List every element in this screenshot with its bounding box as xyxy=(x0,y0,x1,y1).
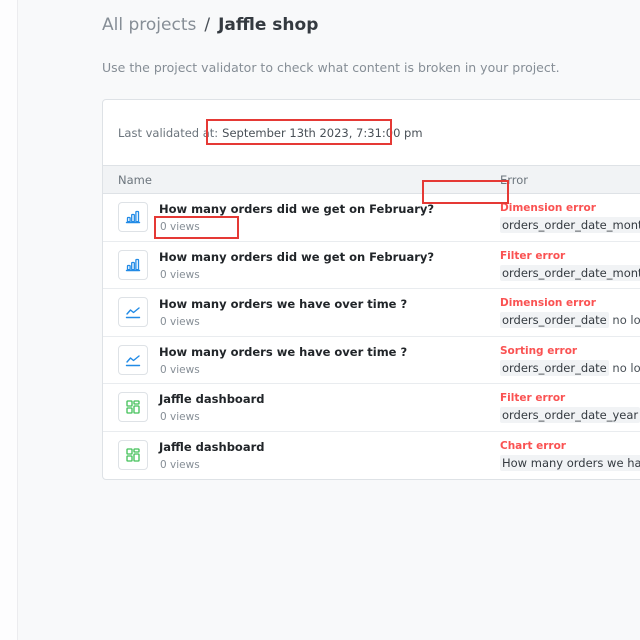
error-message: orders_order_date_month xyxy=(500,264,640,281)
last-validated-label: Last validated at: xyxy=(118,125,219,140)
content-name[interactable]: How many orders we have over time ? xyxy=(159,297,407,311)
dashboard-icon xyxy=(118,392,148,422)
content-name[interactable]: How many orders did we get on February? xyxy=(159,202,434,216)
breadcrumb: All projects / Jaffle shop xyxy=(102,15,318,35)
error-text: no longer exists xyxy=(612,313,640,327)
table-row[interactable]: How many orders we have over time ? 0 vie… xyxy=(103,337,640,384)
sidebar xyxy=(0,0,18,640)
error-message: orders_order_date no longer exists xyxy=(500,312,640,328)
view-count: 0 views xyxy=(160,268,200,281)
error-message: orders_order_date_year no longer exists xyxy=(500,407,640,423)
error-text: no longer exists xyxy=(612,360,640,375)
validation-table-body: How many orders did we get on February? 0… xyxy=(103,194,640,479)
table-header: Name Error xyxy=(103,166,640,194)
content-name[interactable]: How many orders did we get on February? xyxy=(159,250,434,264)
table-row[interactable]: Jaffle dashboard 0 views Filter error order… xyxy=(103,384,640,432)
breadcrumb-separator: / xyxy=(204,15,211,35)
breadcrumb-all-projects-link[interactable]: All projects xyxy=(102,15,196,35)
error-type: Dimension error xyxy=(500,297,596,309)
column-header-error: Error xyxy=(500,173,529,187)
view-count: 0 views xyxy=(160,411,200,423)
table-row[interactable]: How many orders we have over time ? 0 vie… xyxy=(103,289,640,337)
view-count: 0 views xyxy=(160,221,200,233)
last-validated-date: September 13th 2023, 7:31:00 pm xyxy=(222,125,423,140)
chart-line-icon xyxy=(118,344,148,375)
chart-bar-icon xyxy=(118,249,148,280)
dashboard-icon xyxy=(118,439,148,470)
content-name[interactable]: Jaffle dashboard xyxy=(159,440,265,454)
error-message: orders_order_date no longer exists xyxy=(500,359,640,376)
column-header-name: Name xyxy=(118,173,152,187)
error-field-code: orders_order_date xyxy=(500,359,609,376)
error-type: Filter error xyxy=(500,392,566,404)
table-row[interactable]: Jaffle dashboard 0 views Chart error How ma… xyxy=(103,432,640,480)
table-row[interactable]: How many orders did we get on February? 0… xyxy=(103,194,640,242)
chart-bar-icon xyxy=(118,202,148,232)
error-type: Filter error xyxy=(500,249,566,262)
error-message: orders_order_date_month xyxy=(500,217,640,233)
table-row[interactable]: How many orders did we get on February? 0… xyxy=(103,242,640,289)
error-field-code: orders_order_date_month xyxy=(500,264,640,281)
error-type: Sorting error xyxy=(500,344,578,357)
error-field-code: orders_order_date_year xyxy=(500,407,640,423)
validation-status: Last validated at: September 13th 2023, … xyxy=(103,100,640,166)
content-name[interactable]: How many orders we have over time ? xyxy=(159,345,407,359)
error-message: How many orders we have over time ? xyxy=(500,454,640,471)
view-count: 0 views xyxy=(160,458,200,471)
content-name[interactable]: Jaffle dashboard xyxy=(159,392,265,406)
error-field-code: orders_order_date xyxy=(500,312,609,328)
page-description: Use the project validator to check what … xyxy=(102,60,560,75)
view-count: 0 views xyxy=(160,363,200,376)
validator-card: Last validated at: September 13th 2023, … xyxy=(102,99,640,480)
error-type: Dimension error xyxy=(500,202,596,214)
view-count: 0 views xyxy=(160,316,200,328)
error-field-code: How many orders we have over time ? xyxy=(500,454,640,471)
error-field-code: orders_order_date_month xyxy=(500,217,640,233)
error-type: Chart error xyxy=(500,439,566,452)
page-title: Jaffle shop xyxy=(218,15,319,35)
chart-line-icon xyxy=(118,297,148,327)
